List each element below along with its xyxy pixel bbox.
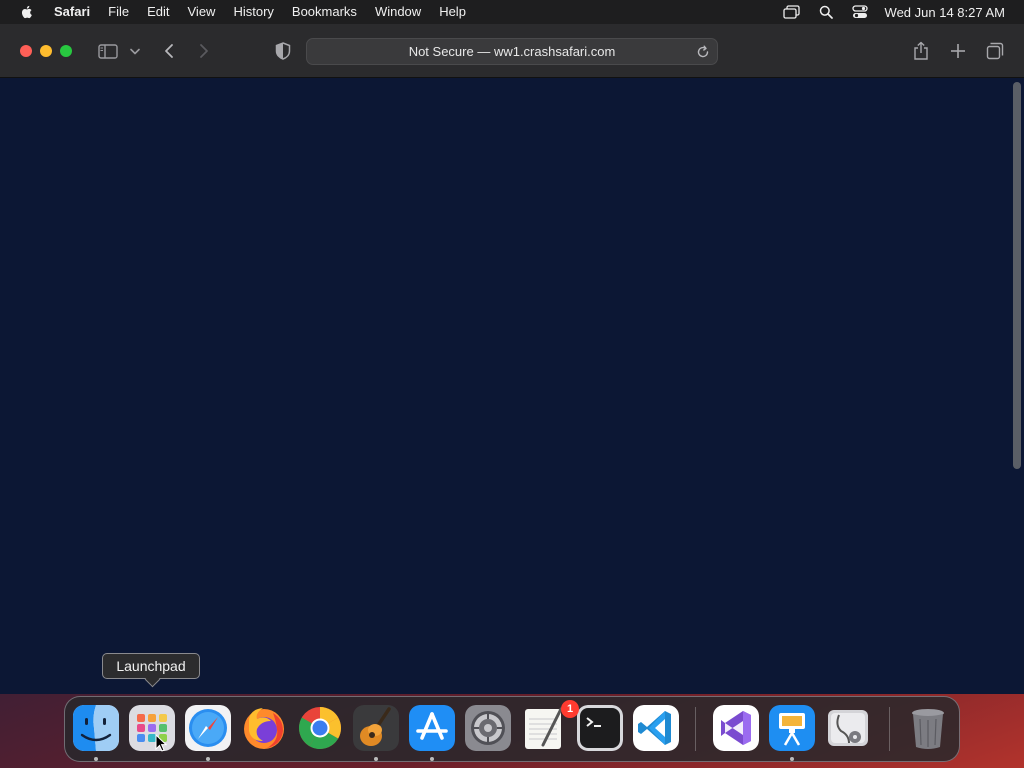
screen-mirroring-icon[interactable] [782, 5, 801, 19]
share-icon[interactable] [911, 40, 931, 62]
firefox-icon[interactable] [241, 705, 287, 751]
spotlight-search-icon[interactable] [817, 5, 835, 19]
textedit-icon[interactable] [521, 705, 567, 751]
web-content-area[interactable] [0, 78, 1024, 694]
app-store-icon[interactable] [409, 705, 455, 751]
trash-icon[interactable] [905, 705, 951, 751]
menu-app-name[interactable]: Safari [54, 0, 99, 24]
keynote-icon[interactable] [769, 705, 815, 751]
chrome-icon[interactable] [297, 705, 343, 751]
system-settings-icon[interactable] [465, 705, 511, 751]
dock-separator [695, 707, 696, 751]
menu-edit[interactable]: Edit [138, 0, 178, 24]
new-tab-plus-icon[interactable] [948, 41, 968, 61]
tooltip-text: Launchpad [116, 658, 186, 674]
garageband-icon[interactable] [353, 705, 399, 751]
back-arrow-icon[interactable] [160, 41, 178, 61]
chevron-down-icon[interactable] [129, 44, 141, 58]
dock-separator-trash [889, 707, 890, 751]
notification-badge: 1 [561, 700, 579, 718]
menu-bookmarks[interactable]: Bookmarks [283, 0, 366, 24]
menu-help[interactable]: Help [430, 0, 475, 24]
browser-toolbar: Not Secure — ww1.crashsafari.com [0, 24, 1024, 78]
menu-file[interactable]: File [99, 0, 138, 24]
privacy-shield-icon[interactable] [273, 41, 293, 61]
sidebar-toggle-icon[interactable] [97, 42, 119, 60]
vscode-icon[interactable] [633, 705, 679, 751]
reload-icon[interactable] [695, 44, 711, 60]
visual-studio-icon[interactable] [713, 705, 759, 751]
maximize-window-button[interactable] [60, 45, 72, 57]
menu-bar-clock[interactable]: Wed Jun 14 8:27 AM [885, 5, 1005, 20]
app-store-running-indicator [430, 757, 434, 761]
safari-running-indicator [206, 757, 210, 761]
finder-running-indicator [94, 757, 98, 761]
tab-overview-icon[interactable] [985, 41, 1005, 61]
dock: 1 [64, 696, 960, 762]
forward-arrow-icon[interactable] [195, 41, 213, 61]
apple-icon[interactable] [19, 4, 35, 20]
scrollbar-thumb[interactable] [1013, 82, 1021, 469]
menu-history[interactable]: History [224, 0, 282, 24]
keynote-running-indicator [790, 757, 794, 761]
address-bar[interactable]: Not Secure — ww1.crashsafari.com [306, 38, 718, 65]
close-window-button[interactable] [20, 45, 32, 57]
minimize-window-button[interactable] [40, 45, 52, 57]
menu-bar: Safari File Edit View History Bookmarks … [0, 0, 1024, 24]
control-center-icon[interactable] [851, 5, 869, 19]
menu-window[interactable]: Window [366, 0, 430, 24]
terminal-icon[interactable] [577, 705, 623, 751]
mouse-cursor-icon [155, 734, 167, 752]
disk-utility-icon[interactable] [825, 705, 871, 751]
address-bar-text: Not Secure — ww1.crashsafari.com [408, 44, 616, 59]
safari-icon[interactable] [185, 705, 231, 751]
finder-icon[interactable] [73, 705, 119, 751]
launchpad-icon[interactable] [129, 705, 175, 751]
safari-window: Not Secure — ww1.crashsafari.com [0, 24, 1024, 694]
garageband-running-indicator [374, 757, 378, 761]
menu-view[interactable]: View [179, 0, 225, 24]
launchpad-tooltip: Launchpad [102, 653, 200, 679]
